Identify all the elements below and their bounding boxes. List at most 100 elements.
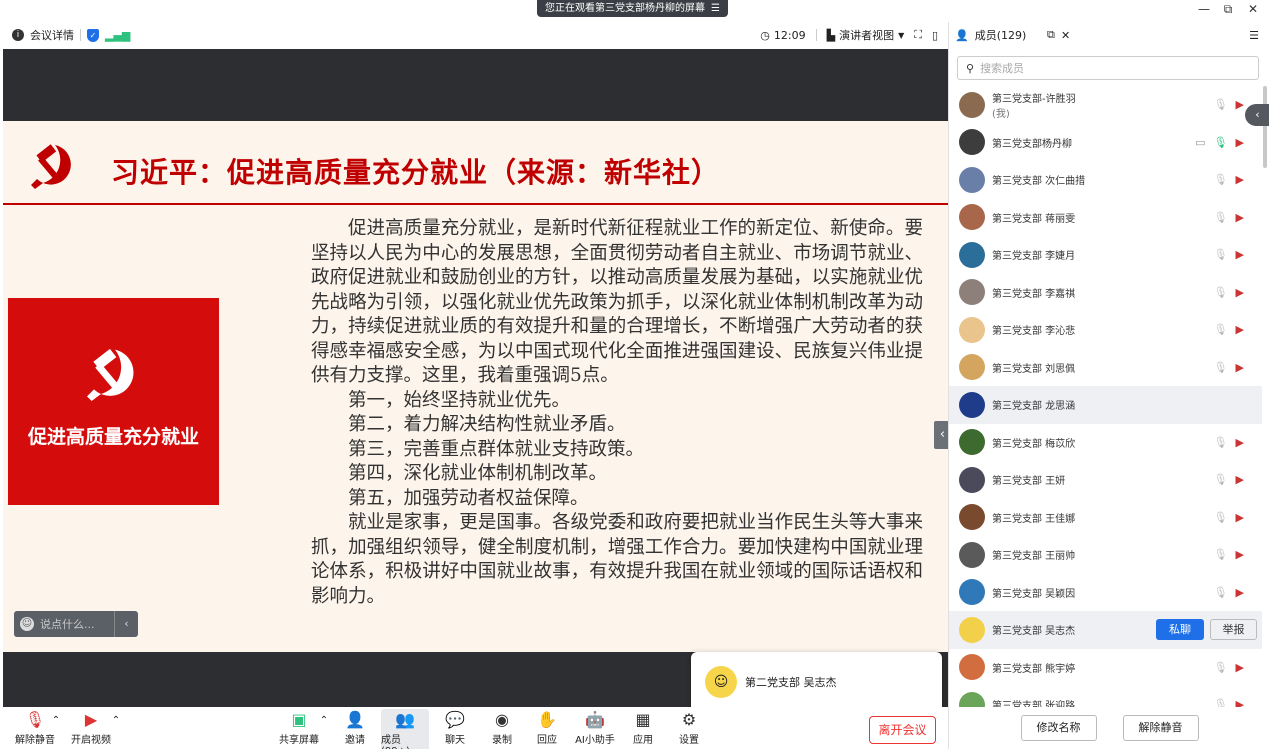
toolbar-label: 应用 bbox=[633, 735, 653, 746]
layout-icon[interactable]: ▯ bbox=[932, 29, 938, 42]
camera-off-icon[interactable]: ▶ bbox=[1236, 98, 1244, 111]
video-label: 开启视频 bbox=[71, 735, 111, 746]
menu-icon[interactable]: ☰ bbox=[1249, 29, 1259, 42]
member-row[interactable]: 第三党支部 李沁悲 🎙 ▶ bbox=[949, 311, 1262, 349]
camera-off-icon[interactable]: ▶ bbox=[1236, 323, 1244, 336]
chat-input[interactable]: ☺ 说点什么... ‹ bbox=[14, 611, 138, 637]
camera-off-icon[interactable]: ▶ bbox=[1236, 473, 1244, 486]
view-mode-dropdown[interactable]: 演讲者视图 bbox=[839, 27, 894, 43]
member-row[interactable]: 第三党支部 蒋丽雯 🎙 ▶ bbox=[949, 199, 1262, 237]
mic-muted-icon[interactable]: 🎙 bbox=[1214, 548, 1228, 561]
camera-off-icon[interactable]: ▶ bbox=[1236, 248, 1244, 261]
mic-muted-icon[interactable]: 🎙 bbox=[1214, 436, 1228, 449]
mic-muted-icon[interactable]: 🎙 bbox=[1214, 286, 1228, 299]
member-row[interactable]: 第三党支部 次仁曲措 🎙 ▶ bbox=[949, 161, 1262, 199]
shield-icon[interactable]: ✓ bbox=[87, 28, 99, 42]
camera-off-icon[interactable]: ▶ bbox=[1236, 361, 1244, 374]
camera-off-icon[interactable]: ▶ bbox=[1236, 548, 1244, 561]
members-button[interactable]: 👥 成员(99+) bbox=[381, 709, 429, 749]
minimize-button[interactable]: — bbox=[1194, 2, 1214, 16]
member-name-block: 第三党支部 王佳娜 bbox=[992, 510, 1075, 525]
close-panel-icon[interactable]: ✕ bbox=[1061, 29, 1070, 42]
member-row[interactable]: 第三党支部 熊宇婷 🎙 ▶ bbox=[949, 649, 1262, 687]
unmute-all-button[interactable]: 解除静音 bbox=[1122, 715, 1199, 741]
camera-off-icon[interactable]: ▶ bbox=[1236, 136, 1244, 149]
fullscreen-icon[interactable]: ⛶ bbox=[914, 28, 922, 42]
close-button[interactable]: ✕ bbox=[1243, 2, 1263, 16]
member-row[interactable]: 第三党支部 吴颖因 🎙 ▶ bbox=[949, 574, 1262, 612]
member-row[interactable]: 第三党支部 吴志杰 私聊 举报 bbox=[949, 611, 1262, 649]
camera-off-icon[interactable]: ▶ bbox=[1236, 436, 1244, 449]
camera-off-icon[interactable]: ▶ bbox=[1236, 173, 1244, 186]
settings-button[interactable]: ⚙ 设置 bbox=[665, 709, 713, 746]
ai-assistant-button[interactable]: 🤖 AI小助手 bbox=[571, 709, 619, 746]
meeting-window: 您正在观看第三党支部杨丹柳的屏幕 ☰ — ⧉ ✕ i 会议详情 ✓ ▂▄▆ ◷ … bbox=[0, 0, 1269, 749]
camera-off-icon[interactable]: ▶ bbox=[1236, 286, 1244, 299]
member-row[interactable]: 第三党支部-许胜羽 (我) 🎙 ▶ bbox=[949, 86, 1262, 124]
reaction-icon: ✋ bbox=[537, 710, 557, 729]
mic-muted-icon[interactable]: 🎙 bbox=[1214, 173, 1228, 186]
presentation-slide: 习近平：促进高质量充分就业（来源：新华社） 促进高质量充分就业 促进高质量充分就… bbox=[3, 121, 948, 652]
apps-icon: ▦ bbox=[635, 710, 651, 729]
private-chat-button[interactable]: 私聊 bbox=[1156, 619, 1204, 640]
slide-paragraph: 第四，深化就业体制机制改革。 bbox=[348, 463, 608, 484]
member-row[interactable]: 第三党支部 刘思佩 🎙 ▶ bbox=[949, 349, 1262, 387]
camera-off-icon[interactable]: ▶ bbox=[1236, 661, 1244, 674]
members-icon: 👥 bbox=[395, 710, 415, 729]
search-input[interactable]: ⚲ 搜索成员 bbox=[957, 56, 1259, 80]
member-row[interactable]: 第三党支部 李婕月 🎙 ▶ bbox=[949, 236, 1262, 274]
mic-muted-icon[interactable]: 🎙 bbox=[1214, 98, 1228, 111]
leave-meeting-button[interactable]: 离开会议 bbox=[869, 716, 936, 744]
scrollbar[interactable] bbox=[1263, 86, 1267, 168]
chevron-up-icon[interactable]: ⌃ bbox=[316, 715, 332, 726]
camera-off-icon[interactable]: ▶ bbox=[1236, 586, 1244, 599]
share-banner[interactable]: 您正在观看第三党支部杨丹柳的屏幕 ☰ bbox=[537, 0, 728, 17]
member-row[interactable]: 第三党支部 王佳娜 🎙 ▶ bbox=[949, 499, 1262, 537]
member-status-icons: 🎙 ▶ bbox=[1214, 311, 1244, 349]
member-name: 第三党支部 梅苡欣 bbox=[992, 438, 1076, 450]
meeting-details-link[interactable]: 会议详情 bbox=[30, 27, 74, 43]
member-row[interactable]: 第三党支部 王丽帅 🎙 ▶ bbox=[949, 536, 1262, 574]
reaction-button[interactable]: ✋ 回应 bbox=[523, 709, 571, 746]
avatar bbox=[959, 616, 985, 643]
chevron-left-icon[interactable]: ‹ bbox=[114, 611, 138, 637]
chevron-up-icon[interactable]: ⌃ bbox=[48, 715, 64, 726]
mic-muted-icon[interactable]: 🎙 bbox=[1214, 511, 1228, 524]
popout-icon[interactable]: ⧉ bbox=[1047, 28, 1055, 42]
mic-muted-icon[interactable]: 🎙 bbox=[1214, 248, 1228, 261]
member-name: 第三党支部 刘思佩 bbox=[992, 363, 1076, 375]
avatar bbox=[959, 504, 985, 531]
chevron-up-icon[interactable]: ⌃ bbox=[108, 715, 124, 726]
report-button[interactable]: 举报 bbox=[1210, 619, 1257, 640]
member-name-block: 第三党支部 吴志杰 bbox=[992, 622, 1075, 637]
chat-button[interactable]: 💬 聊天 bbox=[431, 709, 479, 746]
member-row[interactable]: 第三党支部 王妍 🎙 ▶ bbox=[949, 461, 1262, 499]
mic-muted-icon[interactable]: 🎙 bbox=[1214, 211, 1228, 224]
member-status-icons: 🎙 ▶ bbox=[1214, 199, 1244, 237]
emoji-icon[interactable]: ☺ bbox=[20, 617, 34, 631]
mic-muted-icon[interactable]: 🎙 bbox=[1214, 661, 1228, 674]
member-name: 第三党支部 龙思涵 bbox=[992, 401, 1076, 413]
mic-on-icon[interactable]: 🎙 bbox=[1214, 136, 1228, 149]
chevron-left-icon[interactable]: ‹ bbox=[1245, 104, 1269, 126]
mic-muted-icon[interactable]: 🎙 bbox=[1214, 473, 1228, 486]
member-row[interactable]: 第三党支部 龙思涵 bbox=[949, 386, 1262, 424]
mic-muted-icon[interactable]: 🎙 bbox=[1214, 323, 1228, 336]
rename-button[interactable]: 修改名称 bbox=[1020, 715, 1097, 741]
member-row[interactable]: 第三党支部 李嘉祺 🎙 ▶ bbox=[949, 274, 1262, 312]
mic-muted-icon[interactable]: 🎙 bbox=[1214, 586, 1228, 599]
member-row[interactable]: 第三党支部杨丹柳 ▭ 🎙 ▶ bbox=[949, 124, 1262, 162]
camera-off-icon[interactable]: ▶ bbox=[1236, 511, 1244, 524]
signal-icon[interactable]: ▂▄▆ bbox=[105, 29, 130, 42]
avatar bbox=[959, 91, 985, 118]
restore-button[interactable]: ⧉ bbox=[1218, 2, 1238, 17]
member-name: 第三党支部 蒋丽雯 bbox=[992, 213, 1076, 225]
camera-off-icon[interactable]: ▶ bbox=[1236, 211, 1244, 224]
chevron-down-icon[interactable]: ▼ bbox=[898, 31, 904, 40]
record-button[interactable]: ◉ 录制 bbox=[478, 709, 526, 746]
member-row[interactable]: 第三党支部 梅苡欣 🎙 ▶ bbox=[949, 424, 1262, 462]
apps-button[interactable]: ▦ 应用 bbox=[619, 709, 667, 746]
mic-muted-icon[interactable]: 🎙 bbox=[1214, 361, 1228, 374]
invite-button[interactable]: 👤 邀请 bbox=[331, 709, 379, 746]
member-status-icons: 🎙 ▶ bbox=[1214, 349, 1244, 387]
